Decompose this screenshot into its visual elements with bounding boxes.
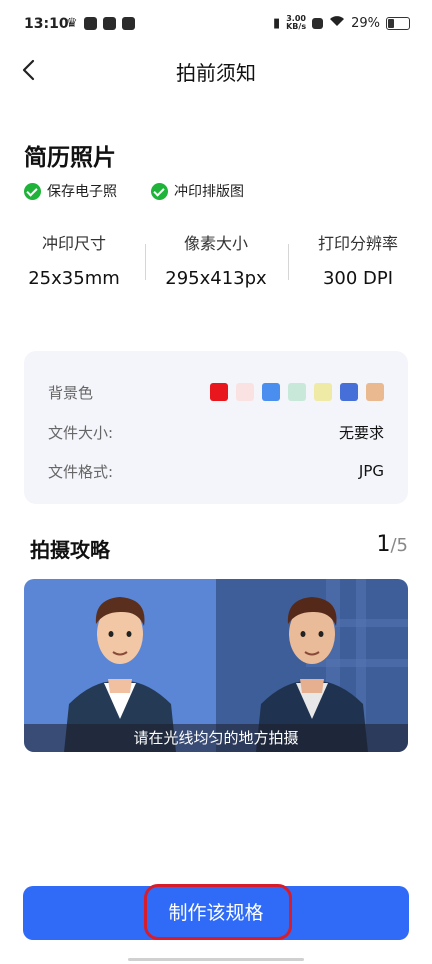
sim-icon	[312, 17, 324, 29]
color-swatch-royal-blue	[340, 383, 358, 401]
bg-color-row: 背景色	[48, 380, 384, 404]
spec-value: 25x35mm	[28, 268, 120, 289]
feature-label: 冲印排版图	[174, 184, 244, 200]
guide-current-page: 1	[376, 532, 391, 557]
file-format-label: 文件格式:	[48, 462, 114, 481]
check-icon	[24, 182, 41, 200]
page-title: 拍前须知	[176, 61, 256, 85]
spec-print-dpi: 打印分辨率 300 DPI	[286, 230, 430, 289]
guide-title: 拍摄攻略	[30, 538, 110, 562]
color-swatch-yellow	[314, 383, 332, 401]
network-speed: 3.00 KB/s	[286, 14, 307, 31]
guide-total-pages: /5	[390, 535, 408, 556]
spec-summary: 冲印尺寸 25x35mm 像素大小 295x413px 打印分辨率 300 DP…	[0, 230, 432, 300]
guide-carousel[interactable]: 请在光线均匀的地方拍摄	[24, 579, 408, 752]
spec-print-size: 冲印尺寸 25x35mm	[2, 230, 146, 289]
battery-icon	[386, 16, 410, 30]
info-card: 背景色 文件大小: 无要求 文件格式: JPG	[24, 351, 408, 504]
highlight-annotation	[144, 884, 292, 940]
app-notification-icon	[83, 17, 97, 30]
color-swatch-pink	[236, 383, 254, 401]
crown-icon: ♛	[66, 16, 78, 31]
spec-label: 像素大小	[183, 234, 248, 253]
bg-color-swatches	[210, 383, 384, 401]
media-notification-icon	[121, 17, 135, 30]
status-time: 13:10	[24, 16, 69, 32]
vibrate-icon: ▮	[272, 15, 281, 31]
status-right: ▮ 3.00 KB/s 29%	[273, 15, 410, 31]
feature-label: 保存电子照	[47, 184, 117, 200]
bg-color-label: 背景色	[48, 383, 94, 402]
color-swatch-peach	[366, 383, 384, 401]
spec-value: 300 DPI	[322, 268, 394, 289]
feature-print-layout: 冲印排版图	[151, 181, 244, 201]
color-swatch-red	[210, 383, 228, 401]
guide-caption: 请在光线均匀的地方拍摄	[24, 724, 408, 752]
spec-value: 295x413px	[165, 268, 267, 289]
file-format-value: JPG	[358, 462, 384, 480]
color-swatch-mint	[288, 383, 306, 401]
spec-label: 冲印尺寸	[41, 234, 106, 253]
color-swatch-blue	[262, 383, 280, 401]
check-icon	[151, 182, 168, 200]
file-size-row: 文件大小: 无要求	[48, 420, 384, 444]
divider	[145, 244, 146, 280]
spec-label: 打印分辨率	[317, 234, 398, 253]
file-format-row: 文件格式: JPG	[48, 459, 384, 483]
feature-save-digital: 保存电子照	[24, 181, 117, 201]
file-size-label: 文件大小:	[48, 423, 114, 442]
battery-percent: 29%	[351, 15, 380, 31]
spec-pixel-size: 像素大小 295x413px	[144, 230, 288, 289]
home-indicator	[128, 958, 304, 961]
divider	[288, 244, 289, 280]
guide-page-counter: 1/5	[376, 532, 408, 557]
file-size-value: 无要求	[338, 423, 384, 442]
wifi-icon	[329, 15, 345, 31]
play-notification-icon	[102, 17, 116, 30]
spec-title: 简历照片	[24, 145, 116, 171]
status-notification-icons: ♛	[66, 17, 135, 30]
status-bar: 13:10 ♛ ▮ 3.00 KB/s 29%	[0, 0, 432, 50]
